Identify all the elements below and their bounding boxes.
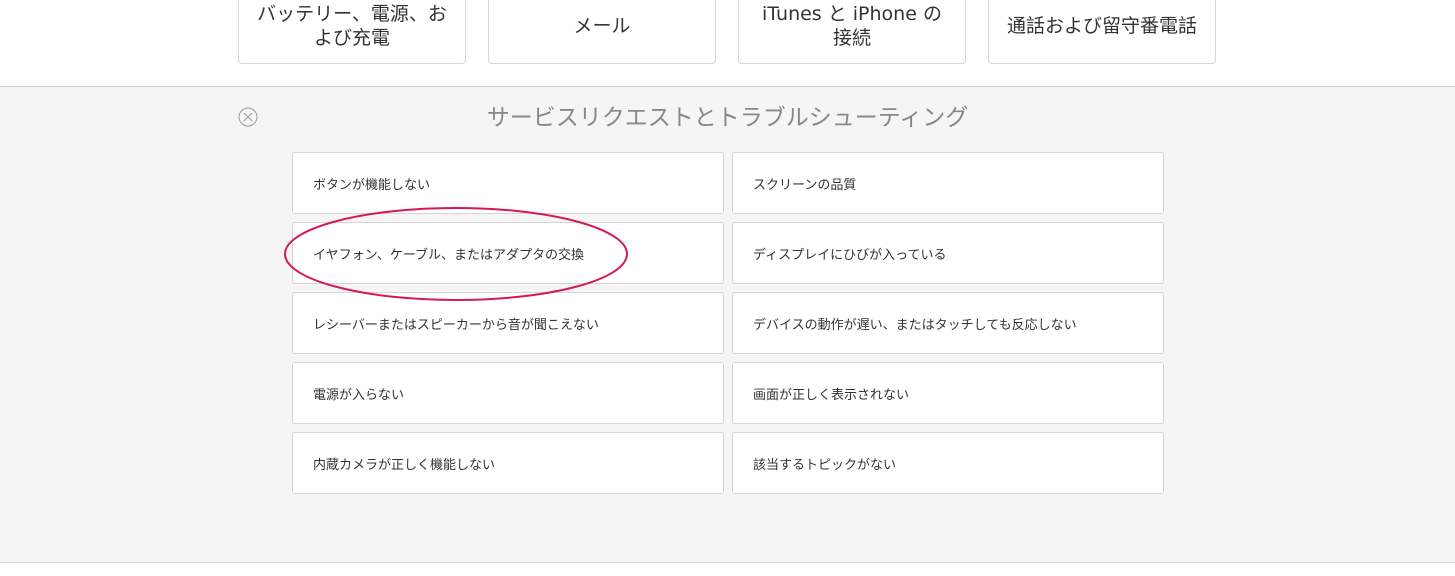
topic-label: スクリーンの品質 [753,177,857,193]
topic-label: イヤフォン、ケーブル、またはアダプタの交換 [313,247,585,263]
category-card-itunes-connection[interactable]: iTunes と iPhone の接続 [738,0,966,64]
topic-label: 画面が正しく表示されない [753,387,910,403]
topic-camera-not-working[interactable]: 内蔵カメラが正しく機能しない [292,432,724,494]
topic-label: ボタンが機能しない [313,177,431,193]
topic-cracked-display[interactable]: ディスプレイにひびが入っている [732,222,1164,284]
category-card-battery[interactable]: バッテリー、電源、および充電 [238,0,466,64]
troubleshooting-panel [0,87,1455,563]
top-category-bar: バッテリー、電源、および充電 メール iTunes と iPhone の接続 通… [0,0,1455,87]
topic-screen-quality[interactable]: スクリーンの品質 [732,152,1164,214]
topic-display-incorrect[interactable]: 画面が正しく表示されない [732,362,1164,424]
topic-no-sound-receiver-speaker[interactable]: レシーバーまたはスピーカーから音が聞こえない [292,292,724,354]
category-card-calls-voicemail[interactable]: 通話および留守番電話 [988,0,1216,64]
topic-label: デバイスの動作が遅い、またはタッチしても反応しない [753,317,1077,333]
topic-none-applicable[interactable]: 該当するトピックがない [732,432,1164,494]
topic-earphones-cable-adapter-replacement[interactable]: イヤフォン、ケーブル、またはアダプタの交換 [292,222,724,284]
category-card-label: 通話および留守番電話 [1006,15,1197,37]
topic-label: レシーバーまたはスピーカーから音が聞こえない [313,317,599,333]
category-card-label: iTunes と iPhone の接続 [762,3,942,49]
topic-wont-power-on[interactable]: 電源が入らない [292,362,724,424]
category-card-label: バッテリー、電源、および充電 [257,3,447,49]
topic-label: 内蔵カメラが正しく機能しない [313,457,496,473]
bottom-divider [0,562,1455,563]
topic-buttons-not-working[interactable]: ボタンが機能しない [292,152,724,214]
topic-label: 該当するトピックがない [753,457,897,473]
category-card-label: メール [573,15,631,37]
panel-title: サービスリクエストとトラブルシューティング [486,105,969,131]
topic-label: 電源が入らない [313,387,405,403]
topic-label: ディスプレイにひびが入っている [753,247,947,263]
category-card-mail[interactable]: メール [488,0,716,64]
topic-slow-or-unresponsive[interactable]: デバイスの動作が遅い、またはタッチしても反応しない [732,292,1164,354]
